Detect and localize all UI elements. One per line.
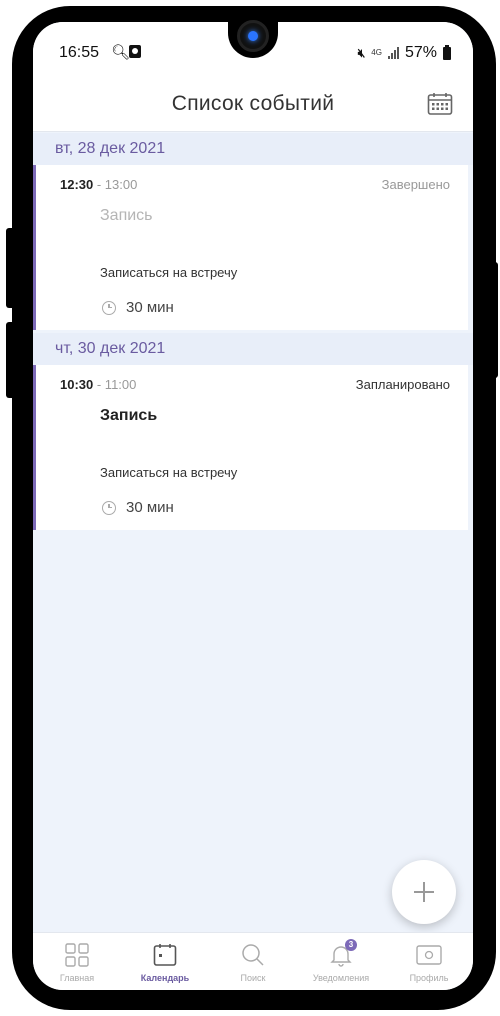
notification-badge: 3 [345, 939, 357, 951]
battery-icon [443, 44, 451, 60]
event-duration: 30 мин [102, 299, 174, 316]
event-start-time: 10:30 [60, 377, 94, 392]
mute-icon: 🔇︎ [357, 45, 366, 60]
duration-text: 30 мин [126, 299, 174, 316]
clock-icon [102, 500, 116, 515]
bottom-tab-bar: Главная Календарь Поиск 3 Уведомления Пр… [33, 932, 473, 990]
clock-icon [102, 300, 116, 315]
event-card[interactable]: 10:30 - 11:00 Запланировано Запись Запис… [33, 365, 468, 530]
duration-text: 30 мин [126, 499, 174, 516]
event-time: 10:30 - 11:00 [60, 377, 136, 392]
app-notification-icon [129, 45, 141, 58]
event-start-time: 12:30 [60, 177, 94, 192]
event-status: Завершено [381, 177, 450, 192]
tab-label: Календарь [140, 973, 190, 983]
signal-icon [387, 47, 399, 59]
tab-label: Главная [59, 973, 95, 983]
tab-label: Уведомления [312, 973, 370, 983]
app-screen: 16:55 🔍︎ 🔇︎ 4G 57% Список событий вт, 28… [33, 22, 473, 990]
date-header: чт, 30 дек 2021 [33, 333, 473, 365]
volume-down-button [6, 322, 16, 398]
search-status-icon: 🔍︎ [111, 44, 131, 61]
calendar-grid-icon[interactable] [427, 92, 453, 116]
search-icon [242, 944, 264, 966]
battery-percent: 57% [404, 44, 437, 61]
power-button [488, 262, 498, 378]
date-header: вт, 28 дек 2021 [33, 133, 473, 165]
tab-home[interactable]: Главная [33, 933, 121, 990]
event-card[interactable]: 12:30 - 13:00 Завершено Запись Записатьс… [33, 165, 468, 330]
tab-label: Профиль [409, 973, 449, 983]
event-title: Запись [100, 207, 153, 224]
front-camera [237, 20, 269, 52]
grid-icon [65, 943, 89, 967]
page-title: Список событий [171, 92, 335, 115]
event-description: Записаться на встречу [100, 265, 238, 280]
tab-calendar[interactable]: Календарь [121, 933, 209, 990]
tab-label: Поиск [240, 973, 266, 983]
volume-up-button [6, 228, 16, 308]
app-header: Список событий [33, 76, 473, 132]
status-right: 🔇︎ 4G 57% [358, 44, 451, 62]
profile-card-icon [416, 945, 442, 965]
add-event-button[interactable] [392, 860, 456, 924]
calendar-icon [153, 944, 177, 966]
event-end-time: - 13:00 [93, 177, 138, 192]
event-description: Записаться на встречу [100, 465, 238, 480]
status-time: 16:55 [59, 44, 100, 61]
network-type: 4G [371, 48, 382, 57]
event-title: Запись [100, 407, 158, 424]
tab-profile[interactable]: Профиль [385, 933, 473, 990]
event-time: 12:30 - 13:00 [60, 177, 137, 192]
event-duration: 30 мин [102, 499, 174, 516]
tab-search[interactable]: Поиск [209, 933, 297, 990]
event-end-time: - 11:00 [93, 377, 137, 392]
tab-notifications[interactable]: 3 Уведомления [297, 933, 385, 990]
event-status: Запланировано [355, 377, 450, 392]
